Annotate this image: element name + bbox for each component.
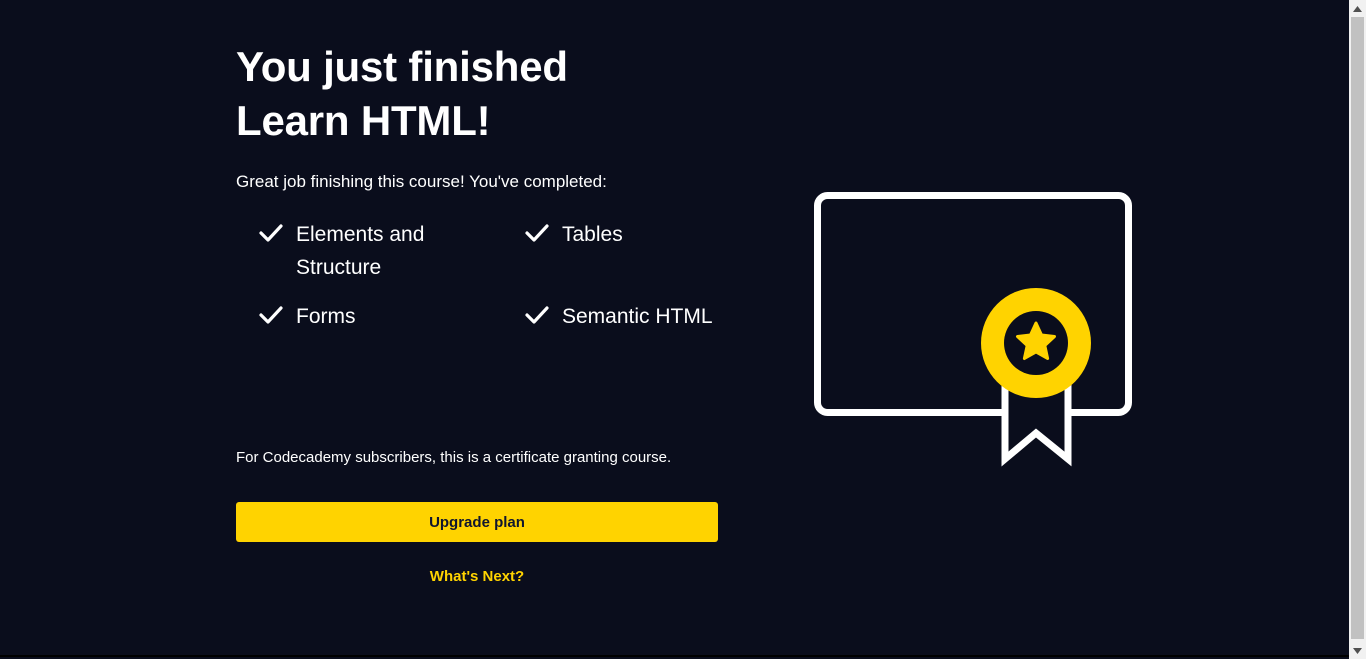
title-line-2: Learn HTML! [236, 97, 491, 144]
title-line-1: You just finished [236, 43, 568, 90]
scroll-up-icon[interactable] [1349, 0, 1366, 17]
completion-intro: Great job finishing this course! You've … [236, 172, 607, 191]
course-complete-page: You just finished Learn HTML! Great job … [0, 0, 1349, 657]
scrollbar-thumb[interactable] [1351, 17, 1364, 639]
whats-next-link[interactable]: What's Next? [236, 568, 718, 585]
check-icon [525, 306, 549, 324]
certificate-note: For Codecademy subscribers, this is a ce… [236, 449, 672, 466]
completed-item: Elements and Structure [258, 218, 456, 284]
vertical-scrollbar[interactable] [1349, 0, 1366, 659]
completion-header: You just finished Learn HTML! Great job … [236, 40, 718, 194]
completed-lessons-list: Elements and Structure Tables Forms Sema… [258, 218, 728, 338]
completed-item: Forms [258, 300, 456, 333]
check-icon [259, 306, 283, 324]
completed-item-label: Elements and Structure [296, 223, 425, 279]
viewport-bottom-edge [0, 655, 1349, 657]
completed-item-label: Semantic HTML [562, 305, 713, 328]
completed-item: Semantic HTML [524, 300, 732, 333]
completed-item-label: Tables [562, 223, 623, 246]
certificate-ribbon-icon [814, 192, 1132, 467]
check-icon [525, 224, 549, 242]
completed-item-label: Forms [296, 305, 356, 328]
page-title: You just finished Learn HTML! [236, 40, 718, 148]
upgrade-plan-button[interactable]: Upgrade plan [236, 502, 718, 542]
scroll-down-icon[interactable] [1349, 642, 1366, 659]
completed-item: Tables [524, 218, 722, 251]
check-icon [259, 224, 283, 242]
